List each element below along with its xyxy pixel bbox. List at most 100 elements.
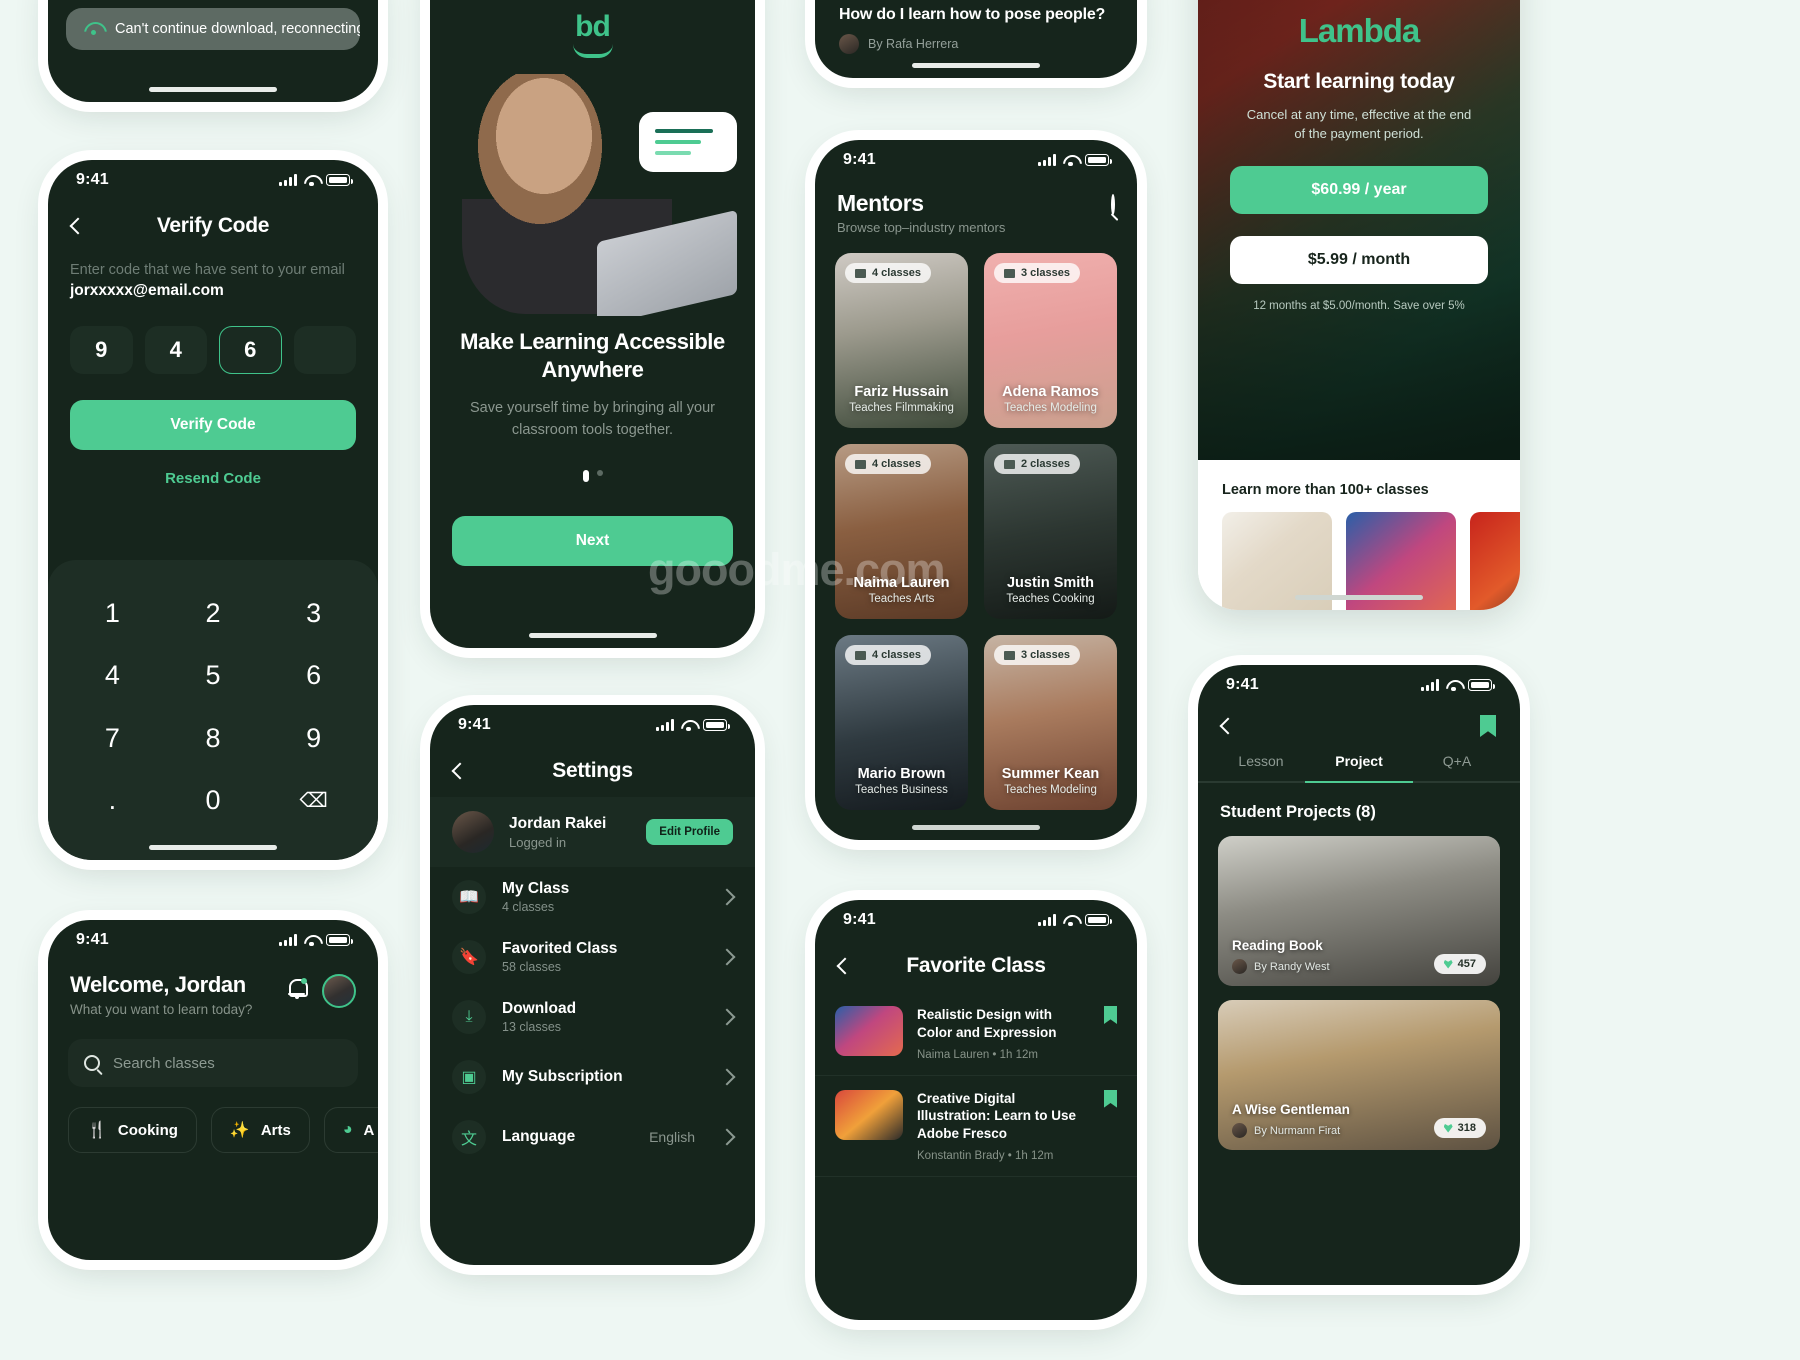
chip-label: A: [363, 1121, 375, 1139]
project-card[interactable]: Reading Book By Randy West 457: [1218, 836, 1500, 986]
signal-icon: [1421, 679, 1439, 691]
status-icons: [656, 719, 730, 732]
student-projects-screen: 9:41 Lesson Project Q+A Student Projects…: [1198, 665, 1520, 1285]
status-time: 9:41: [76, 171, 109, 188]
tab-qa[interactable]: Q+A: [1408, 753, 1506, 781]
settings-row-download[interactable]: ⤓ Download 13 classes: [430, 987, 755, 1047]
key-2[interactable]: 2: [163, 582, 264, 645]
question-author: By Rafa Herrera: [868, 37, 959, 51]
like-count-badge[interactable]: 318: [1433, 1118, 1486, 1138]
profile-status: Logged in: [509, 834, 567, 850]
mentor-card[interactable]: 4 classes Mario Brown Teaches Business: [835, 635, 968, 810]
favorite-list-item[interactable]: Realistic Design with Color and Expressi…: [815, 992, 1137, 1076]
like-count-badge[interactable]: 457: [1433, 954, 1486, 974]
avatar[interactable]: [322, 974, 356, 1008]
status-bar: 9:41: [815, 140, 1137, 180]
class-thumbnail: [835, 1006, 903, 1056]
page-title: Verify Code: [156, 214, 270, 237]
profile-row[interactable]: Jordan Rakei Logged in Edit Profile: [430, 797, 755, 867]
row-label: Language: [502, 1128, 576, 1145]
chevron-right-icon: [718, 948, 736, 966]
chip-label: Cooking: [117, 1121, 178, 1139]
profile-name: Jordan Rakei: [509, 814, 607, 832]
key-0[interactable]: 0: [163, 770, 264, 833]
key-6[interactable]: 6: [263, 645, 364, 708]
smile-icon: [572, 44, 613, 58]
key-7[interactable]: 7: [62, 707, 163, 770]
mentor-card[interactable]: 4 classes Fariz Hussain Teaches Filmmaki…: [835, 253, 968, 428]
verify-instruction: Enter code that we have sent to your ema…: [70, 262, 345, 278]
search-icon[interactable]: [1111, 194, 1115, 215]
status-bar: 9:41: [48, 920, 378, 960]
mentor-card[interactable]: 3 classes Summer Kean Teaches Modeling: [984, 635, 1117, 810]
key-9[interactable]: 9: [263, 707, 364, 770]
otp-digit-1[interactable]: 9: [70, 326, 133, 374]
chip-arts[interactable]: ✨ Arts: [210, 1107, 310, 1153]
key-4[interactable]: 4: [62, 645, 163, 708]
key-1[interactable]: 1: [62, 582, 163, 645]
settings-row-language[interactable]: 文 Language English: [430, 1107, 755, 1167]
nav-bar: Verify Code: [48, 200, 378, 252]
bookmark-icon[interactable]: [1480, 715, 1496, 737]
otp-digit-2[interactable]: 4: [144, 326, 207, 374]
chevron-right-icon: [718, 1008, 736, 1026]
settings-row-favorited-class[interactable]: 🔖 Favorited Class 58 classes: [430, 927, 755, 987]
status-bar: 9:41: [430, 705, 755, 745]
plan-monthly-button[interactable]: $5.99 / month: [1230, 235, 1488, 284]
next-button[interactable]: Next: [452, 515, 733, 566]
mentor-name: Mario Brown: [857, 766, 946, 782]
status-time: 9:41: [76, 931, 109, 948]
status-time: 9:41: [1226, 676, 1259, 693]
tab-project[interactable]: Project: [1310, 753, 1408, 781]
mentor-card[interactable]: 4 classes Naima Lauren Teaches Arts: [835, 444, 968, 619]
settings-row-my-class[interactable]: 📖 My Class 4 classes: [430, 867, 755, 927]
brand-logo-text: bd: [575, 10, 611, 43]
search-placeholder: Search classes: [113, 1054, 215, 1072]
battery-icon: [1085, 914, 1112, 926]
back-icon[interactable]: [1219, 717, 1237, 735]
mentor-card[interactable]: 3 classes Adena Ramos Teaches Modeling: [984, 253, 1117, 428]
otp-input-group[interactable]: 9 4 6: [48, 326, 378, 374]
settings-row-my-subscription[interactable]: ▣ My Subscription: [430, 1047, 755, 1107]
edit-profile-button[interactable]: Edit Profile: [646, 819, 733, 845]
class-card[interactable]: Design a p Abstract: [1470, 512, 1520, 610]
otp-digit-3[interactable]: 6: [219, 326, 282, 374]
chip-partial[interactable]: ◕ A: [323, 1107, 378, 1153]
wifi-icon: [84, 22, 103, 37]
row-sub: 13 classes: [502, 1020, 562, 1034]
chip-cooking[interactable]: 🍴 Cooking: [68, 1107, 197, 1153]
key-dot[interactable]: .: [62, 770, 163, 833]
wifi-icon: [304, 174, 319, 187]
project-card[interactable]: A Wise Gentleman By Nurmann Firat 318: [1218, 1000, 1500, 1150]
search-input[interactable]: Search classes: [68, 1039, 358, 1087]
section-title: Student Projects (8): [1220, 803, 1376, 821]
notification-bell-icon[interactable]: [287, 978, 308, 999]
key-3[interactable]: 3: [263, 582, 364, 645]
otp-digit-4[interactable]: [293, 326, 356, 374]
verify-code-button[interactable]: Verify Code: [70, 400, 356, 450]
signal-icon: [279, 174, 297, 186]
bookmark-icon[interactable]: [1104, 1089, 1117, 1108]
key-5[interactable]: 5: [163, 645, 264, 708]
mentor-teaches: Teaches Cooking: [1006, 593, 1095, 605]
home-indicator: [912, 825, 1040, 830]
favorite-list-item[interactable]: Creative Digital Illustration: Learn to …: [815, 1076, 1137, 1178]
key-8[interactable]: 8: [163, 707, 264, 770]
backspace-icon[interactable]: ⌫: [263, 770, 364, 833]
category-chip-list[interactable]: 🍴 Cooking ✨ Arts ◕ A: [48, 1087, 378, 1153]
plan-yearly-button[interactable]: $60.99 / year: [1230, 165, 1488, 214]
mentor-card[interactable]: 2 classes Justin Smith Teaches Cooking: [984, 444, 1117, 619]
bookmark-icon[interactable]: [1104, 1006, 1117, 1024]
mentor-teaches: Teaches Business: [855, 784, 948, 796]
tab-lesson[interactable]: Lesson: [1212, 753, 1310, 781]
dot-2[interactable]: [596, 469, 603, 476]
status-icons: [1421, 679, 1495, 692]
tab-bar[interactable]: Lesson Project Q+A: [1198, 753, 1520, 781]
resend-code-link[interactable]: Resend Code: [48, 470, 378, 487]
chevron-right-icon: [718, 1128, 736, 1146]
onboarding-subtitle: Save yourself time by bringing all your …: [469, 400, 715, 439]
page-title: Settings: [552, 759, 633, 782]
numeric-keypad[interactable]: 1 2 3 4 5 6 7 8 9 . 0 ⌫: [48, 560, 378, 860]
battery-icon: [703, 719, 730, 731]
dot-active[interactable]: [582, 469, 589, 482]
